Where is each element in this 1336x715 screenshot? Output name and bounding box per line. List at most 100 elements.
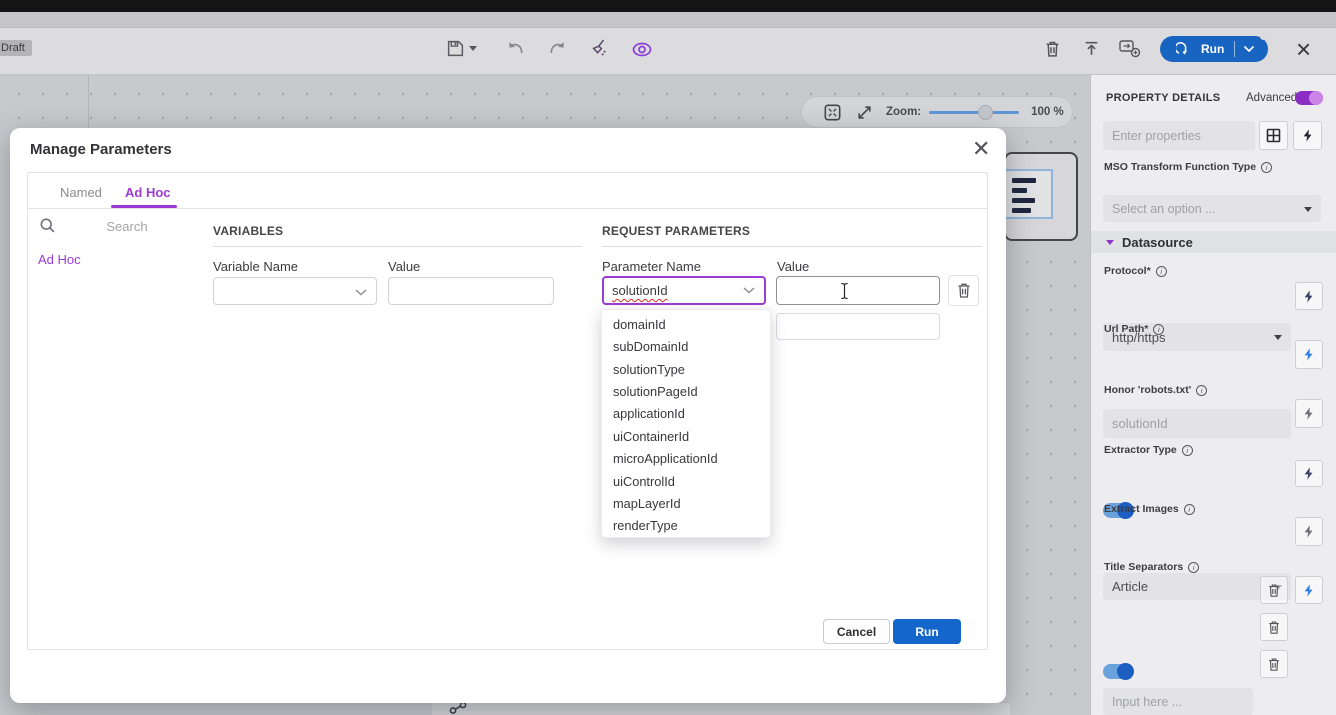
zoom-slider[interactable] [929, 111, 1019, 114]
extract-images-toggle[interactable] [1103, 664, 1133, 679]
dropdown-option[interactable]: solutionPageId [602, 380, 770, 402]
info-icon: i [1156, 266, 1167, 277]
search-icon [39, 217, 56, 239]
sidebar-item-ad-hoc[interactable]: Ad Hoc [38, 252, 81, 267]
run-arrow-icon [1176, 42, 1192, 56]
trash-icon [1267, 657, 1281, 672]
enter-properties-input[interactable] [1103, 121, 1255, 150]
zoom-slider-handle[interactable] [978, 105, 993, 120]
lightning-icon [1302, 289, 1316, 304]
mapping-bolt-button[interactable] [1293, 121, 1322, 150]
variables-rule [213, 246, 582, 247]
modal-run-button[interactable]: Run [893, 619, 961, 644]
dropdown-option[interactable]: subDomainId [602, 335, 770, 357]
dropdown-option[interactable]: uiControlId [602, 470, 770, 492]
url-path-bolt-button[interactable] [1295, 340, 1323, 369]
extract-images-label: Extract Imagesi [1104, 503, 1195, 515]
chevron-down-icon [1274, 335, 1282, 340]
grid-view-button[interactable] [1259, 121, 1288, 150]
parameter-name-combobox[interactable]: solutionId [602, 276, 766, 305]
node-list-icon [1004, 169, 1053, 219]
parameter-value-input-2[interactable] [776, 313, 940, 340]
fit-to-screen-icon[interactable] [823, 103, 842, 122]
run-button-label: Run [1201, 42, 1224, 56]
protocol-bolt-button[interactable] [1295, 282, 1323, 310]
manage-parameters-modal: Manage Parameters ✕ Named Ad Hoc Ad Hoc … [10, 128, 1006, 703]
workflow-node[interactable] [1004, 152, 1078, 241]
chevron-down-icon [743, 287, 755, 294]
top-black-bar [0, 0, 1336, 12]
dropdown-option[interactable]: domainId [602, 313, 770, 335]
robots-label: Honor 'robots.txt'i [1104, 384, 1207, 396]
dropdown-option[interactable]: mapLayerId [602, 492, 770, 514]
images-bolt-button[interactable] [1295, 517, 1323, 546]
dropdown-option[interactable]: uiContainerId [602, 425, 770, 447]
bottom-panel-edge [432, 702, 1010, 715]
run-chevron-down-icon[interactable] [1243, 45, 1255, 53]
run-button[interactable]: Run [1160, 36, 1268, 62]
delete-trash-icon[interactable] [1044, 40, 1061, 58]
request-params-heading: REQUEST PARAMETERS [602, 224, 750, 238]
search-input[interactable] [62, 215, 192, 237]
variables-heading: VARIABLES [213, 224, 283, 238]
parameter-options-dropdown: domainId subDomainId solutionType soluti… [601, 309, 771, 538]
new-separator-input[interactable] [1103, 688, 1253, 715]
undo-icon[interactable] [505, 40, 525, 57]
modal-close-icon[interactable]: ✕ [972, 136, 990, 162]
extractor-bolt-button[interactable] [1295, 460, 1323, 487]
lightning-icon [1302, 466, 1316, 481]
preview-eye-icon[interactable] [631, 42, 653, 57]
grid-icon [1266, 128, 1281, 143]
top-gray-strip [0, 12, 1336, 28]
trash-icon [1267, 620, 1281, 635]
mso-transform-select[interactable]: Select an option ... [1103, 195, 1321, 222]
variable-name-header: Variable Name [213, 259, 298, 274]
pipeline-add-icon[interactable] [1118, 38, 1142, 59]
datasource-section-header[interactable]: Datasource [1091, 231, 1336, 253]
dropdown-option[interactable]: microApplicationId [602, 447, 770, 469]
zoom-value: 100 % [1031, 106, 1064, 118]
save-icon[interactable] [446, 39, 465, 58]
variable-value-header: Value [388, 259, 420, 274]
url-path-input[interactable]: solutionId [1103, 409, 1291, 438]
link-nodes-icon[interactable] [448, 701, 472, 715]
collapse-chevron-icon [1106, 240, 1114, 245]
publish-upload-icon[interactable] [1083, 40, 1100, 57]
parameter-name-value: solutionId [612, 283, 668, 298]
tab-ad-hoc[interactable]: Ad Hoc [125, 185, 171, 200]
redo-icon[interactable] [548, 40, 568, 57]
separator-delete-button[interactable] [1260, 576, 1288, 604]
lightning-icon [1302, 583, 1316, 598]
parameter-name-header: Parameter Name [602, 259, 701, 274]
info-icon: i [1188, 562, 1199, 573]
robots-bolt-button[interactable] [1295, 399, 1323, 428]
clean-broom-icon[interactable] [589, 38, 610, 59]
dropdown-option[interactable]: solutionType [602, 358, 770, 380]
modal-content-box: Named Ad Hoc Ad Hoc VARIABLES Variable N… [27, 172, 988, 650]
tab-named[interactable]: Named [60, 185, 102, 200]
parameter-value-input[interactable] [776, 276, 940, 305]
dropdown-option[interactable]: renderType [602, 515, 770, 537]
separator-bolt-button[interactable] [1295, 576, 1323, 604]
datasource-title: Datasource [1122, 235, 1193, 250]
chevron-down-icon [1304, 207, 1312, 212]
lightning-icon [1302, 406, 1316, 421]
protocol-label: Protocol*i [1104, 265, 1167, 277]
separator-delete-button[interactable] [1260, 650, 1288, 678]
info-icon: i [1184, 504, 1195, 515]
variable-name-select[interactable] [213, 277, 377, 305]
cancel-button[interactable]: Cancel [823, 619, 890, 644]
save-dropdown-caret-icon[interactable] [469, 46, 477, 51]
separator-delete-button[interactable] [1260, 613, 1288, 641]
property-details-panel: PROPERTY DETAILS Advanced MSO Transform … [1090, 75, 1336, 715]
dropdown-option[interactable]: applicationId [602, 403, 770, 425]
extractor-type-label: Extractor Typei [1104, 444, 1193, 456]
parameter-value-header: Value [777, 259, 809, 274]
variable-value-input[interactable] [388, 277, 554, 305]
close-workspace-icon[interactable]: × [1296, 34, 1311, 65]
info-icon: i [1261, 162, 1272, 173]
chevron-down-icon [355, 289, 367, 296]
advanced-toggle[interactable] [1295, 91, 1323, 105]
delete-parameter-button[interactable] [948, 275, 979, 306]
expand-icon[interactable] [856, 104, 873, 121]
